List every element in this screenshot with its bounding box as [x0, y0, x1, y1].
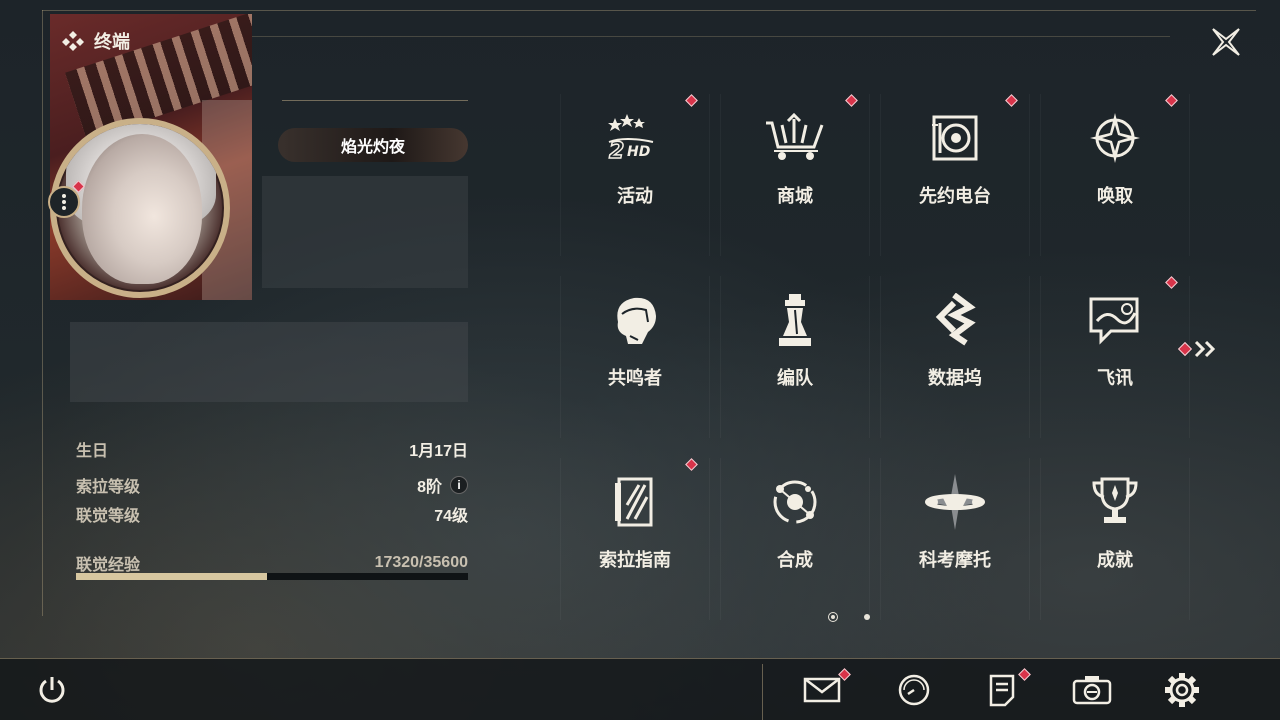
menu-item-6[interactable]: 编队: [720, 272, 870, 442]
camera-icon: [1072, 676, 1112, 705]
pagination: [828, 612, 870, 622]
terminal-header: 终端: [62, 28, 130, 54]
menu-item-4[interactable]: 唤取: [1040, 90, 1190, 260]
name-underline: [282, 100, 468, 101]
menu-item-9[interactable]: 索拉指南: [560, 454, 710, 624]
power-button[interactable]: [30, 668, 74, 712]
notes-button[interactable]: [980, 668, 1031, 712]
menu-item-frame: [720, 94, 870, 256]
page-dot-2[interactable]: [864, 614, 870, 620]
sora-level-value-wrap: 8阶 i: [417, 473, 468, 497]
page-title: 终端: [94, 32, 130, 52]
birthday-row: 生日 1月17日: [76, 437, 468, 461]
menu-item-frame: [560, 276, 710, 438]
menu-item-frame: [880, 276, 1030, 438]
sora-level-value: 8阶: [417, 479, 442, 496]
menu-item-10[interactable]: 合成: [720, 454, 870, 624]
union-exp-progress-fill: [76, 573, 267, 580]
menu-item-frame: [1040, 458, 1190, 620]
union-level-value: 74级: [434, 508, 468, 525]
blurred-name-field: [262, 176, 468, 288]
more-vertical-icon: [62, 194, 66, 210]
union-level-label: 联觉等级: [76, 508, 141, 525]
union-exp-label: 联觉经验: [76, 557, 141, 574]
close-button[interactable]: [1206, 22, 1246, 62]
union-exp-progress-bar: [76, 573, 468, 580]
sora-level-label: 索拉等级: [76, 479, 141, 496]
menu-item-frame: [1040, 276, 1190, 438]
menu-item-frame: [560, 458, 710, 620]
sora-level-row: 索拉等级 8阶 i: [76, 473, 468, 497]
union-exp-value: 17320/35600: [374, 554, 468, 571]
next-page-badge: [1177, 341, 1193, 357]
clock-icon: [898, 674, 930, 706]
mail-button[interactable]: [800, 668, 851, 712]
power-icon: [39, 677, 65, 703]
notes-icon: [989, 674, 1015, 707]
menu-item-frame: [1040, 94, 1190, 256]
next-page-button[interactable]: [1177, 340, 1218, 358]
clock-button[interactable]: [892, 668, 936, 712]
menu-item-frame: [880, 94, 1030, 256]
mail-icon: [803, 677, 841, 703]
close-icon: [1212, 28, 1240, 56]
menu-item-frame: [560, 94, 710, 256]
menu-item-5[interactable]: 共鸣者: [560, 272, 710, 442]
union-exp-row: 联觉经验 17320/35600: [76, 551, 468, 575]
title-badge-text: 焰光灼夜: [340, 139, 405, 156]
menu-item-frame: [720, 276, 870, 438]
avatar-face: [82, 134, 202, 284]
menu-item-7[interactable]: 数据坞: [880, 272, 1030, 442]
info-icon[interactable]: i: [450, 476, 468, 494]
birthday-label: 生日: [76, 443, 109, 460]
menu-item-3[interactable]: 先约电台: [880, 90, 1030, 260]
menu-item-1[interactable]: 2 HD 活动: [560, 90, 710, 260]
gear-icon: [1165, 673, 1199, 707]
page-dot-1[interactable]: [828, 612, 838, 622]
double-chevron-right-icon: [1194, 340, 1216, 358]
menu-item-12[interactable]: 成就: [1040, 454, 1190, 624]
settings-button[interactable]: [1160, 668, 1204, 712]
menu-item-8[interactable]: 飞讯: [1040, 272, 1190, 442]
birthday-value: 1月17日: [409, 443, 468, 460]
frame-top-line: [42, 10, 1256, 11]
union-level-row: 联觉等级 74级: [76, 502, 468, 526]
menu-item-11[interactable]: 科考摩托: [880, 454, 1030, 624]
menu-item-2[interactable]: 商城: [720, 90, 870, 260]
frame-left-line: [42, 10, 43, 616]
bottom-divider: [762, 664, 763, 720]
frame-header-line: [250, 36, 1170, 37]
menu-item-frame: [720, 458, 870, 620]
terminal-diamond-icon: [62, 30, 84, 52]
profile-more-button[interactable]: [48, 186, 80, 218]
camera-button[interactable]: [1070, 668, 1114, 712]
menu-item-frame: [880, 458, 1030, 620]
blurred-signature-field: [70, 322, 468, 402]
title-badge[interactable]: 焰光灼夜: [278, 128, 468, 162]
